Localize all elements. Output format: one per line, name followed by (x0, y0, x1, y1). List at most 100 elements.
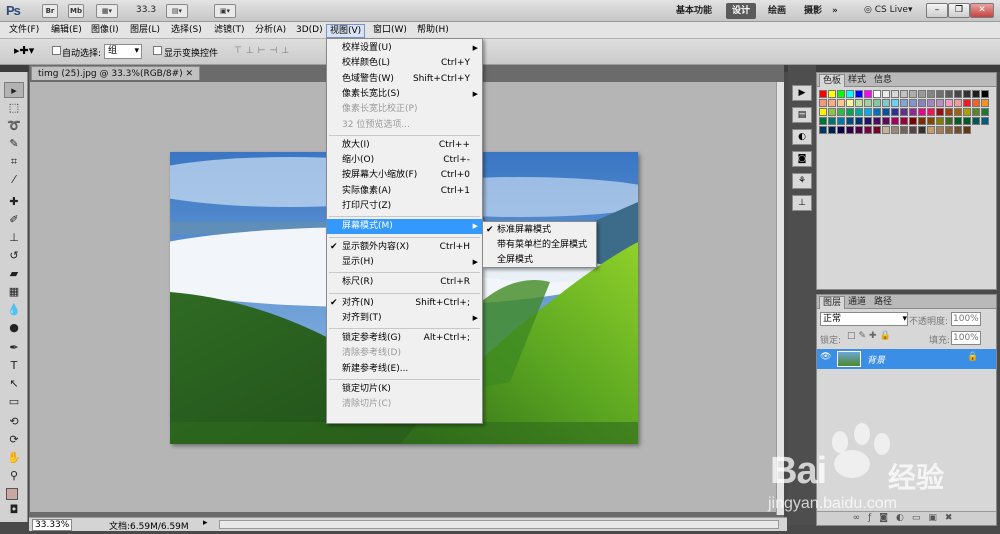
view-menu-item[interactable]: 锁定切片(K) (327, 382, 482, 397)
color-swatch[interactable] (936, 90, 944, 98)
color-swatch[interactable] (945, 126, 953, 134)
marquee-tool-icon[interactable]: ⬚ (4, 100, 24, 116)
layer-row-background[interactable]: 👁 背景 🔒 (817, 349, 996, 369)
view-menu-item[interactable]: 色域警告(W) Shift+Ctrl+Y (327, 72, 482, 87)
color-swatch[interactable] (837, 126, 845, 134)
blur-tool-icon[interactable]: 💧 (4, 302, 24, 318)
color-swatch[interactable] (819, 126, 827, 134)
eraser-tool-icon[interactable]: ▰ (4, 266, 24, 282)
color-swatch[interactable] (882, 108, 890, 116)
color-swatch[interactable] (846, 117, 854, 125)
color-swatch[interactable] (936, 99, 944, 107)
view-menu-item[interactable]: 新建参考线(E)... (327, 362, 482, 377)
menu-window[interactable]: 窗口(W) (370, 24, 410, 38)
color-swatch[interactable] (900, 126, 908, 134)
menu-edit[interactable]: 编辑(E) (48, 24, 85, 38)
menu-file[interactable]: 文件(F) (6, 24, 42, 38)
view-extras-button[interactable]: ▦▾ (96, 4, 118, 18)
color-swatch[interactable] (828, 90, 836, 98)
more-workspaces-button[interactable]: » (826, 3, 844, 19)
cs-live-button[interactable]: ◎ CS Live▾ (864, 5, 913, 15)
color-swatch[interactable] (882, 117, 890, 125)
fill-input[interactable]: 100% (951, 331, 981, 345)
color-swatch[interactable] (873, 117, 881, 125)
color-swatch[interactable] (891, 108, 899, 116)
screen-mode-option[interactable]: 带有菜单栏的全屏模式 (483, 238, 596, 253)
color-swatch[interactable] (972, 117, 980, 125)
color-swatch[interactable] (963, 126, 971, 134)
color-swatch[interactable] (918, 90, 926, 98)
color-swatch[interactable] (972, 90, 980, 98)
view-menu-item[interactable]: 标尺(R) Ctrl+R (327, 275, 482, 290)
color-swatch[interactable] (828, 126, 836, 134)
color-swatch[interactable] (963, 117, 971, 125)
workspace-essentials[interactable]: 基本功能 (670, 3, 718, 19)
color-swatch[interactable] (828, 117, 836, 125)
color-swatch[interactable] (936, 108, 944, 116)
color-swatch[interactable] (837, 99, 845, 107)
color-swatch[interactable] (918, 126, 926, 134)
blend-mode-dropdown[interactable]: 正常 ▾ (820, 312, 908, 326)
color-swatch[interactable] (855, 108, 863, 116)
screen-mode-button[interactable]: ▣▾ (214, 4, 236, 18)
tab-info[interactable]: 信息 (871, 74, 895, 87)
swatch-grid[interactable] (817, 87, 996, 134)
type-tool-icon[interactable]: T (4, 358, 24, 374)
shape-tool-icon[interactable]: ▭ (4, 394, 24, 410)
color-swatch[interactable] (828, 99, 836, 107)
color-swatch[interactable] (882, 99, 890, 107)
view-menu-item[interactable]: 对齐到(T) ▶ (327, 311, 482, 326)
screen-mode-option[interactable]: 全屏模式 (483, 253, 596, 268)
color-swatch[interactable] (927, 117, 935, 125)
history-icon[interactable]: ▤ (792, 107, 812, 123)
color-swatch[interactable] (981, 99, 989, 107)
menu-analysis[interactable]: 分析(A) (252, 24, 289, 38)
color-swatch[interactable] (927, 99, 935, 107)
crop-tool-icon[interactable]: ⌗ (4, 154, 24, 170)
workspace-design[interactable]: 设计 (726, 3, 757, 19)
color-swatch[interactable] (981, 90, 989, 98)
color-swatch[interactable] (927, 90, 935, 98)
play-action-icon[interactable]: ▶ (792, 85, 812, 101)
color-swatch[interactable] (963, 99, 971, 107)
color-swatch[interactable] (846, 108, 854, 116)
status-menu-arrow-icon[interactable]: ▸ (203, 518, 208, 528)
color-swatch[interactable] (909, 99, 917, 107)
color-swatch[interactable] (900, 117, 908, 125)
color-swatch[interactable] (864, 108, 872, 116)
healing-brush-icon[interactable]: ✚ (4, 194, 24, 210)
tab-channels[interactable]: 通道 (845, 296, 869, 309)
minimize-button[interactable]: – (926, 3, 948, 18)
color-swatch[interactable] (981, 108, 989, 116)
color-swatch[interactable] (873, 90, 881, 98)
color-swatch[interactable] (927, 126, 935, 134)
tab-paths[interactable]: 路径 (871, 296, 895, 309)
brush-tool-icon[interactable]: ✐ (4, 212, 24, 228)
move-tool-icon[interactable]: ▸ (4, 82, 24, 98)
color-swatch[interactable] (891, 90, 899, 98)
color-swatch[interactable] (873, 108, 881, 116)
color-swatch[interactable] (873, 99, 881, 107)
color-swatch[interactable] (936, 117, 944, 125)
color-swatch[interactable] (936, 126, 944, 134)
color-swatch[interactable] (945, 117, 953, 125)
color-swatch[interactable] (891, 117, 899, 125)
tab-styles[interactable]: 样式 (845, 74, 869, 87)
eye-icon[interactable]: 👁 (820, 352, 831, 362)
color-swatch[interactable] (864, 90, 872, 98)
mini-bridge-button[interactable]: Mb (68, 4, 84, 18)
auto-select-dropdown[interactable]: 组 ▾ (104, 44, 142, 59)
color-swatch[interactable] (882, 126, 890, 134)
color-swatch[interactable] (846, 99, 854, 107)
close-button[interactable]: ✕ (970, 3, 994, 18)
color-swatch[interactable] (918, 117, 926, 125)
document-tab[interactable]: timg (25).jpg @ 33.3%(RGB/8#) ✕ (31, 66, 201, 80)
arrange-documents-button[interactable]: ▤▾ (166, 4, 188, 18)
color-swatch[interactable] (837, 117, 845, 125)
history-brush-icon[interactable]: ↺ (4, 248, 24, 264)
adjustments-icon[interactable]: ◐ (792, 129, 812, 145)
menu-help[interactable]: 帮助(H) (414, 24, 452, 38)
color-swatch[interactable] (954, 99, 962, 107)
color-swatch[interactable] (855, 90, 863, 98)
move-tool-preset-icon[interactable]: ▸✚▾ (14, 44, 34, 57)
